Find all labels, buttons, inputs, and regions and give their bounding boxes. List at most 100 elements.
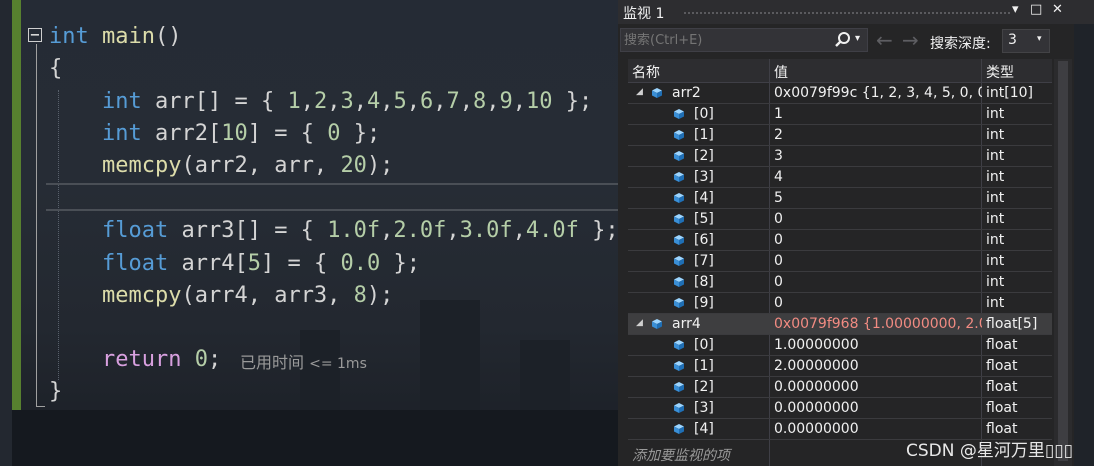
forward-arrow-icon[interactable]: → (902, 28, 919, 52)
watch-value-cell[interactable]: 0.00000000 (774, 400, 982, 417)
watch-type-cell: float[5] (986, 316, 1038, 332)
watch-row-element[interactable]: [3] 0.00000000 float (628, 398, 1052, 419)
watch-titlebar[interactable]: 监视 1 ▾ □ ✕ (618, 0, 1094, 24)
collapse-icon[interactable]: − (28, 28, 42, 43)
watch-row-element[interactable]: [0] 1 int (628, 104, 1052, 125)
watch-row-element[interactable]: [6] 0 int (628, 230, 1052, 251)
watch-row-element[interactable]: [1] 2 int (628, 125, 1052, 146)
watch-value-cell[interactable]: 2.00000000 (774, 358, 982, 375)
code-line[interactable]: int arr2[10] = { 0 }; (102, 121, 380, 147)
code-line[interactable]: memcpy(arr2, arr, 20); (102, 153, 393, 179)
watch-title: 监视 1 (623, 6, 665, 22)
code-line[interactable]: int main() (49, 24, 181, 50)
expand-collapse-icon[interactable]: ◢ (636, 87, 643, 97)
variable-cube-icon (674, 235, 684, 245)
watch-type-cell: int (986, 232, 1005, 248)
watch-type-cell: int (986, 274, 1005, 290)
back-arrow-icon[interactable]: ← (876, 28, 893, 52)
variable-cube-icon (652, 319, 662, 329)
watch-row-element[interactable]: [8] 0 int (628, 272, 1052, 293)
code-line[interactable]: float arr4[5] = { 0.0 }; (102, 251, 420, 277)
variable-cube-icon (674, 109, 684, 119)
column-header-type[interactable]: 类型 (986, 62, 1014, 82)
watch-value-cell[interactable]: 4 (774, 169, 982, 186)
watch-value-cell[interactable]: 0 (774, 295, 982, 312)
chevron-down-icon: ▾ (1037, 34, 1042, 44)
close-icon[interactable]: ✕ (1052, 2, 1063, 17)
watch-row-parent[interactable]: ◢arr20x0079f99c {1, 2, 3, 4, 5, 0, 0, 0.… (628, 83, 1052, 104)
editor-gutter (0, 0, 12, 466)
variable-cube-icon (674, 361, 684, 371)
variable-cube-icon (674, 298, 684, 308)
watch-row-parent[interactable]: ◢arr40x0079f968 {1.00000000, 2.00000...f… (628, 314, 1052, 335)
variable-cube-icon (674, 130, 684, 140)
search-options-chevron-down-icon[interactable]: ▾ (855, 33, 860, 44)
watch-type-cell: int (986, 295, 1005, 311)
variable-cube-icon (674, 340, 684, 350)
watch-row-element[interactable]: [4] 5 int (628, 188, 1052, 209)
variable-cube-icon (674, 424, 684, 434)
expand-collapse-icon[interactable]: ◢ (636, 318, 643, 328)
watch-row-element[interactable]: [0] 1.00000000 float (628, 335, 1052, 356)
scope-line (36, 44, 45, 407)
watch-value-cell[interactable]: 3 (774, 148, 982, 165)
indent-guide (58, 90, 59, 380)
search-icon[interactable] (833, 30, 853, 50)
current-line-highlight (46, 183, 618, 211)
search-depth-value: 3 (1008, 32, 1017, 48)
watch-type-cell: int[10] (986, 85, 1033, 101)
vertical-scrollbar[interactable] (1054, 59, 1072, 466)
code-line[interactable]: memcpy(arr4, arr3, 8); (102, 283, 393, 309)
watch-row-element[interactable]: [3] 4 int (628, 167, 1052, 188)
scrollbar-thumb[interactable] (1058, 61, 1068, 461)
watch-value-cell[interactable]: 0x0079f968 {1.00000000, 2.00000... (774, 316, 982, 333)
watch-value-cell[interactable]: 1.00000000 (774, 337, 982, 354)
watch-row-element[interactable]: [1] 2.00000000 float (628, 356, 1052, 377)
search-input[interactable] (624, 31, 824, 49)
perf-tip[interactable]: 已用时间 <= 1ms (240, 349, 367, 373)
code-line[interactable]: } (49, 379, 62, 405)
grid-header: 名称 值 类型 (628, 59, 1052, 83)
watch-row-element[interactable]: [5] 0 int (628, 209, 1052, 230)
add-watch-placeholder: 添加要监视的项 (632, 448, 730, 464)
watch-type-cell: int (986, 148, 1005, 164)
watch-value-cell[interactable]: 0.00000000 (774, 379, 982, 396)
variable-cube-icon (674, 214, 684, 224)
column-header-value[interactable]: 值 (774, 62, 788, 82)
search-box[interactable]: ▾ (620, 28, 868, 52)
watch-type-cell: float (986, 379, 1018, 395)
watch-value-cell[interactable]: 0 (774, 211, 982, 228)
search-depth-label: 搜索深度: (930, 36, 991, 52)
watch-row-element[interactable]: [2] 0.00000000 float (628, 377, 1052, 398)
panel-side-strip (1074, 24, 1094, 466)
window-position-dropdown-icon[interactable]: ▾ (1012, 2, 1019, 17)
watch-value-cell[interactable]: 0x0079f99c {1, 2, 3, 4, 5, 0, 0, 0... (774, 85, 982, 102)
code-line[interactable]: return 0; (102, 347, 221, 373)
watch-type-cell: float (986, 400, 1018, 416)
code-line[interactable]: int arr[] = { 1,2,3,4,5,6,7,8,9,10 }; (102, 89, 592, 115)
watch-type-cell: int (986, 211, 1005, 227)
watch-value-cell[interactable]: 0 (774, 274, 982, 291)
watch-value-cell[interactable]: 2 (774, 127, 982, 144)
variable-cube-icon (674, 256, 684, 266)
maximize-icon[interactable]: □ (1030, 2, 1042, 17)
code-editor[interactable]: − int main() { int arr[] = { 1,2,3,4,5,6… (0, 0, 618, 466)
watch-value-cell[interactable]: 0 (774, 232, 982, 249)
watch-type-cell: float (986, 337, 1018, 353)
variable-cube-icon (674, 193, 684, 203)
code-line[interactable]: { (49, 56, 62, 82)
search-depth-select[interactable]: 3 ▾ (1002, 29, 1050, 53)
watch-row-element[interactable]: [7] 0 int (628, 251, 1052, 272)
watch-value-cell[interactable]: 0 (774, 253, 982, 270)
variable-cube-icon (674, 151, 684, 161)
watch-row-element[interactable]: [9] 0 int (628, 293, 1052, 314)
watch-type-cell: int (986, 169, 1005, 185)
watch-value-cell[interactable]: 5 (774, 190, 982, 207)
watch-type-cell: int (986, 106, 1005, 122)
watch-window: 监视 1 ▾ □ ✕ ▾ ← → 搜索深度: 3 ▾ 名称 值 类型 ◢arr2… (618, 0, 1094, 466)
column-header-name[interactable]: 名称 (632, 62, 660, 82)
watch-value-cell[interactable]: 1 (774, 106, 982, 123)
watch-row-element[interactable]: [2] 3 int (628, 146, 1052, 167)
code-line[interactable]: float arr3[] = { 1.0f,2.0f,3.0f,4.0f }; (102, 218, 618, 244)
watch-type-cell: float (986, 358, 1018, 374)
